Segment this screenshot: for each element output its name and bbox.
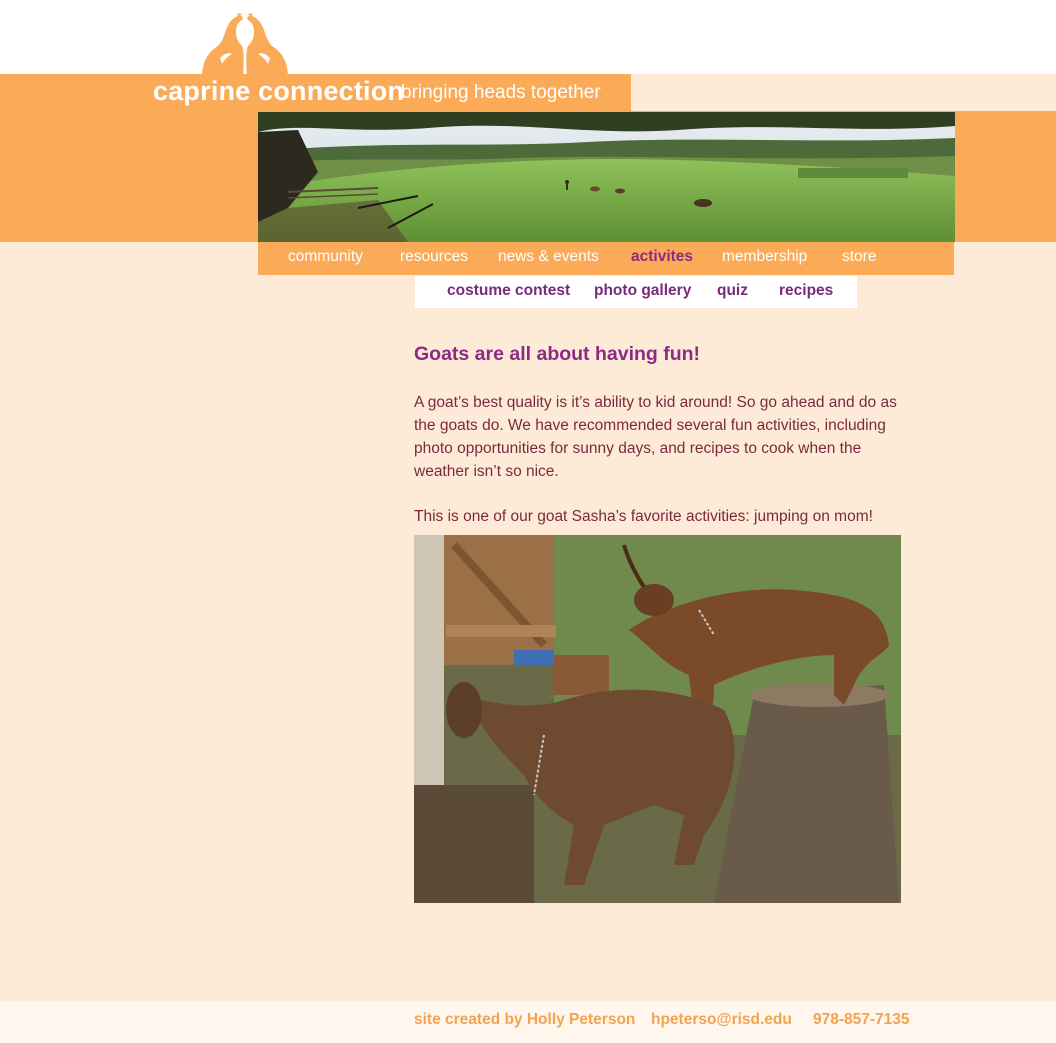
banner-image xyxy=(258,112,955,242)
sub-nav-costume-contest[interactable]: costume contest xyxy=(447,282,570,300)
footer-email-link[interactable]: hpeterso@risd.edu xyxy=(651,1011,792,1029)
header-right-panel xyxy=(631,74,1056,111)
page-heading: Goats are all about having fun! xyxy=(414,343,701,365)
site-tagline: bringing heads together xyxy=(401,82,601,103)
footer: site created by Holly Peterson hpeterso@… xyxy=(0,1001,1056,1043)
nav-item-news-events[interactable]: news & events xyxy=(498,248,599,266)
sub-nav-recipes[interactable]: recipes xyxy=(779,282,833,300)
nav-item-community[interactable]: community xyxy=(288,248,363,266)
sub-nav-photo-gallery[interactable]: photo gallery xyxy=(594,282,691,300)
nav-item-membership[interactable]: membership xyxy=(722,248,807,266)
nav-item-store[interactable]: store xyxy=(842,248,876,266)
nav-item-resources[interactable]: resources xyxy=(400,248,468,266)
footer-credit: site created by Holly Peterson xyxy=(414,1011,636,1028)
sub-nav-quiz[interactable]: quiz xyxy=(717,282,748,300)
intro-paragraph: A goat’s best quality is it’s ability to… xyxy=(414,394,897,480)
sub-nav: costume contest photo gallery quiz recip… xyxy=(415,276,857,308)
goats-photo xyxy=(414,535,901,903)
site-title[interactable]: caprine connection xyxy=(153,74,404,108)
main-nav: community resources news & events activi… xyxy=(258,242,954,275)
photo-caption: This is one of our goat Sasha’s favorite… xyxy=(414,508,873,525)
nav-item-activites[interactable]: activites xyxy=(631,248,693,266)
twin-goats-logo-icon[interactable] xyxy=(198,12,292,78)
header-top-white xyxy=(0,0,1056,74)
footer-phone: 978-857-7135 xyxy=(813,1011,910,1028)
